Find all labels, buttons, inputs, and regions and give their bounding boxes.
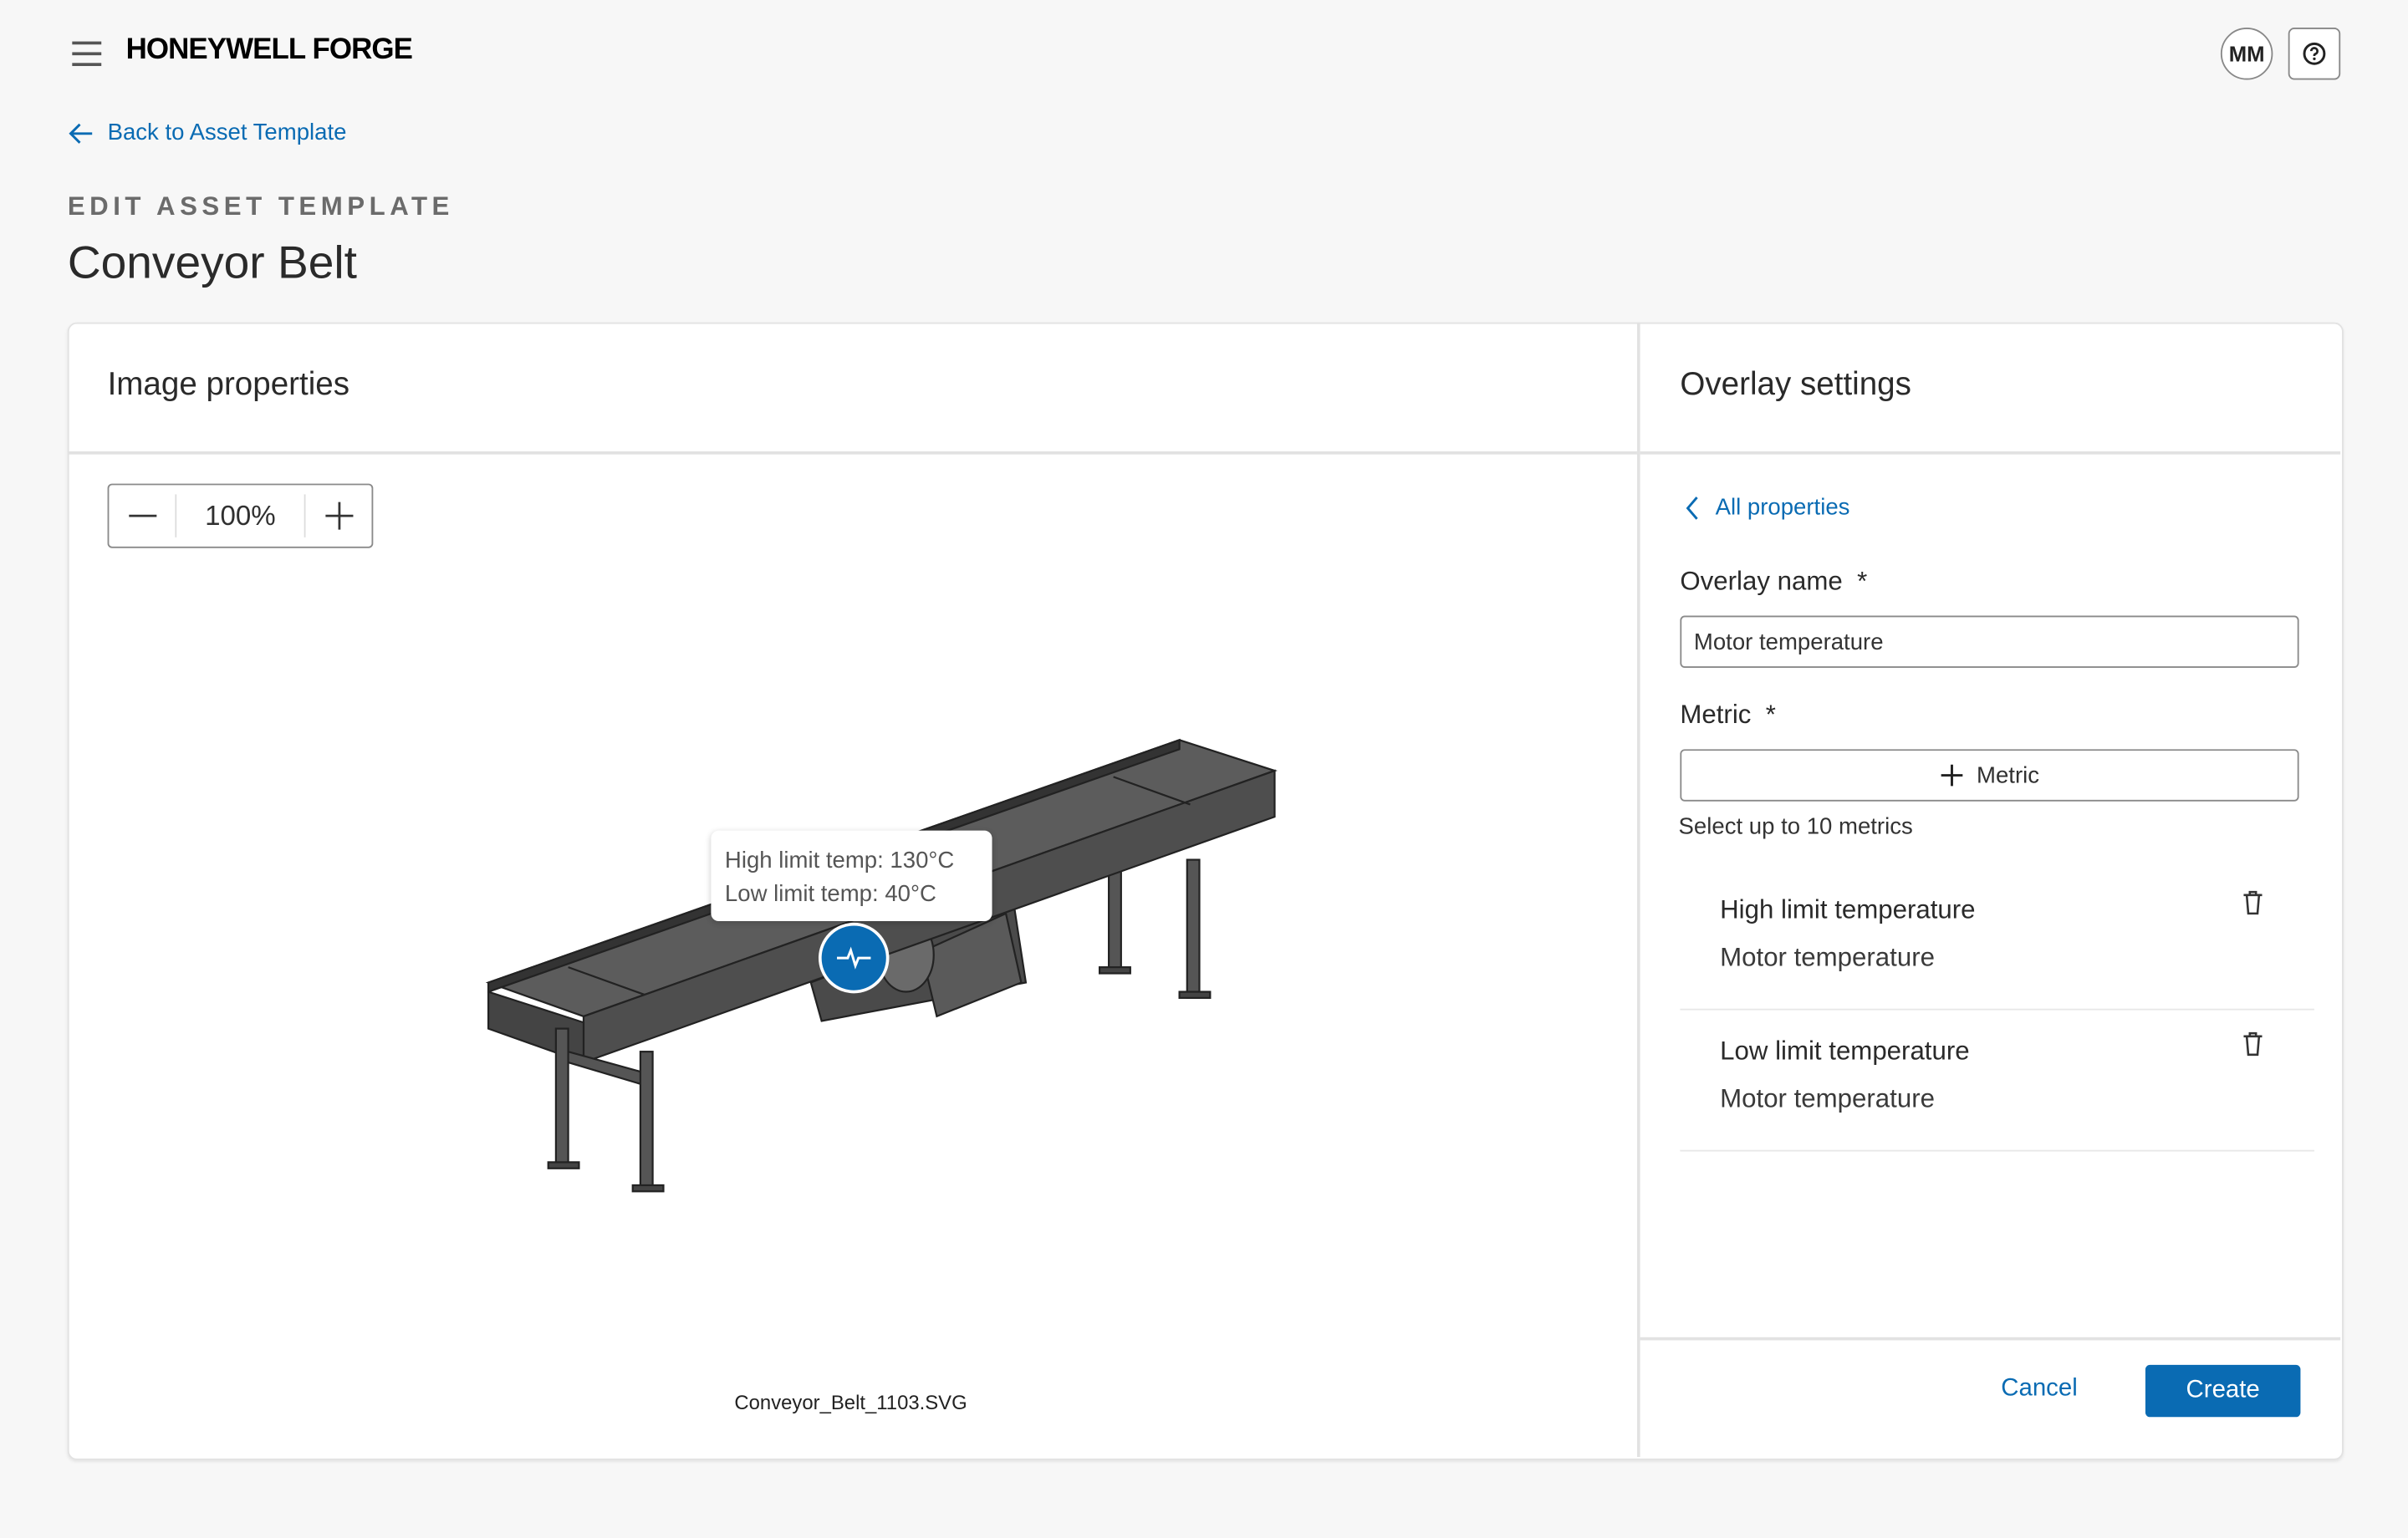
plus-icon xyxy=(1941,764,1963,787)
chevron-left-icon xyxy=(1686,496,1698,519)
delete-metric-button[interactable] xyxy=(2242,1031,2264,1064)
page-eyebrow: EDIT ASSET TEMPLATE xyxy=(67,191,454,222)
zoom-in-button[interactable] xyxy=(306,485,372,546)
divider xyxy=(1636,322,1640,1458)
overlay-tooltip: High limit temp: 130°C Low limit temp: 4… xyxy=(711,830,992,922)
required-mark: * xyxy=(1765,700,1776,730)
page-title: Conveyor Belt xyxy=(67,237,357,289)
back-link-label: Back to Asset Template xyxy=(107,120,347,146)
add-metric-button[interactable]: Metric xyxy=(1680,749,2299,802)
divider xyxy=(1640,1337,2341,1341)
cancel-button[interactable]: Cancel xyxy=(2001,1376,2077,1403)
required-mark: * xyxy=(1857,566,1868,596)
label-text: Metric xyxy=(1680,700,1752,730)
zoom-out-button[interactable] xyxy=(109,485,175,546)
delete-metric-button[interactable] xyxy=(2242,890,2264,923)
overlay-panel-title: Overlay settings xyxy=(1680,366,1911,403)
pulse-icon xyxy=(837,946,871,970)
all-properties-link[interactable]: All properties xyxy=(1685,494,1850,521)
menu-button[interactable] xyxy=(72,41,102,66)
label-text: Overlay name xyxy=(1680,566,1843,596)
avatar[interactable]: MM xyxy=(2220,28,2273,80)
overlay-name-input[interactable] xyxy=(1680,615,2299,668)
metric-name: High limit temperature xyxy=(1720,894,1976,924)
divider xyxy=(1640,451,2341,455)
zoom-control: 100% xyxy=(107,483,374,548)
overlay-pin[interactable] xyxy=(818,922,890,994)
help-button[interactable] xyxy=(2288,28,2341,80)
conveyor-belt-image xyxy=(485,738,1278,1193)
zoom-value: 100% xyxy=(175,494,306,537)
metric-label: Metric * xyxy=(1680,700,1776,731)
metric-list-item: Low limit temperature Motor temperature xyxy=(1680,1011,2314,1152)
minus-icon xyxy=(128,514,156,517)
metric-list-item: High limit temperature Motor temperature xyxy=(1680,870,2314,1011)
tooltip-high-limit: High limit temp: 130°C xyxy=(724,847,955,874)
file-name: Conveyor_Belt_1103.SVG xyxy=(734,1391,967,1414)
trash-icon xyxy=(2243,890,2263,915)
metric-name: Low limit temperature xyxy=(1720,1036,1970,1066)
add-metric-label: Metric xyxy=(1977,761,2040,789)
image-panel-title: Image properties xyxy=(107,366,350,403)
logo: HONEYWELL FORGE xyxy=(125,33,413,66)
overlay-name-label: Overlay name * xyxy=(1680,567,1867,598)
help-circle-icon xyxy=(2303,42,2326,65)
plus-icon xyxy=(324,502,353,530)
metric-helper-text: Select up to 10 metrics xyxy=(1678,813,1913,840)
back-link[interactable]: Back to Asset Template xyxy=(68,120,347,145)
trash-icon xyxy=(2243,1031,2263,1057)
arrow-left-icon xyxy=(69,122,93,143)
divider xyxy=(67,451,1637,455)
tooltip-low-limit: Low limit temp: 40°C xyxy=(724,881,936,908)
all-properties-label: All properties xyxy=(1715,494,1850,521)
metric-source: Motor temperature xyxy=(1720,942,1935,972)
metric-source: Motor temperature xyxy=(1720,1083,1935,1113)
create-button[interactable]: Create xyxy=(2145,1364,2301,1418)
